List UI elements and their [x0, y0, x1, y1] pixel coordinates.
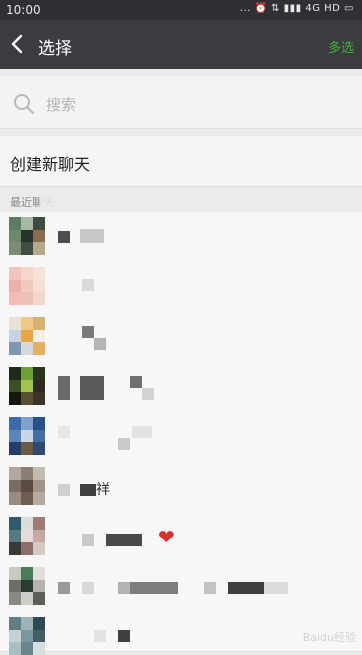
avatar — [9, 267, 45, 305]
search-icon — [12, 92, 36, 116]
chat-name: 祥 — [96, 482, 110, 498]
recent-chat-list: 祥 ❤ Baidu经验 — [0, 212, 362, 655]
create-new-chat-label: 创建新聊天 — [10, 155, 91, 174]
page-title: 选择 — [38, 39, 72, 59]
create-new-chat-item[interactable]: 创建新聊天 — [0, 136, 362, 187]
chat-row[interactable] — [0, 562, 362, 613]
chat-row[interactable] — [0, 412, 362, 463]
title-bar: 选择 多选 — [0, 20, 362, 69]
avatar — [9, 417, 45, 455]
search-bar[interactable]: 搜索 — [0, 76, 362, 129]
chat-row[interactable] — [0, 262, 362, 313]
avatar — [9, 517, 45, 555]
avatar — [9, 317, 45, 355]
avatar — [9, 617, 45, 655]
search-placeholder: 搜索 — [46, 96, 77, 114]
heart-icon: ❤ — [158, 525, 175, 549]
back-arrow-icon[interactable] — [8, 33, 28, 55]
multi-select-button[interactable]: 多选 — [328, 37, 354, 56]
avatar — [9, 217, 45, 255]
chat-row[interactable] — [0, 312, 362, 363]
status-indicators: ... ⏰ ⇅ ▮▮▮ 4G HD ▭ — [239, 3, 354, 14]
avatar — [9, 367, 45, 405]
header-blur — [40, 196, 140, 210]
watermark: Baidu经验 — [302, 631, 356, 644]
status-time: 10:00 — [6, 3, 41, 17]
avatar — [9, 467, 45, 505]
chat-row[interactable] — [0, 212, 362, 263]
chat-row[interactable]: 祥 — [0, 462, 362, 513]
chat-row[interactable]: ❤ — [0, 512, 362, 563]
status-bar: 10:00 ... ⏰ ⇅ ▮▮▮ 4G HD ▭ — [0, 0, 362, 20]
recent-chats-header: 最近聊天 — [0, 192, 362, 212]
avatar — [9, 567, 45, 605]
chat-row[interactable] — [0, 362, 362, 413]
